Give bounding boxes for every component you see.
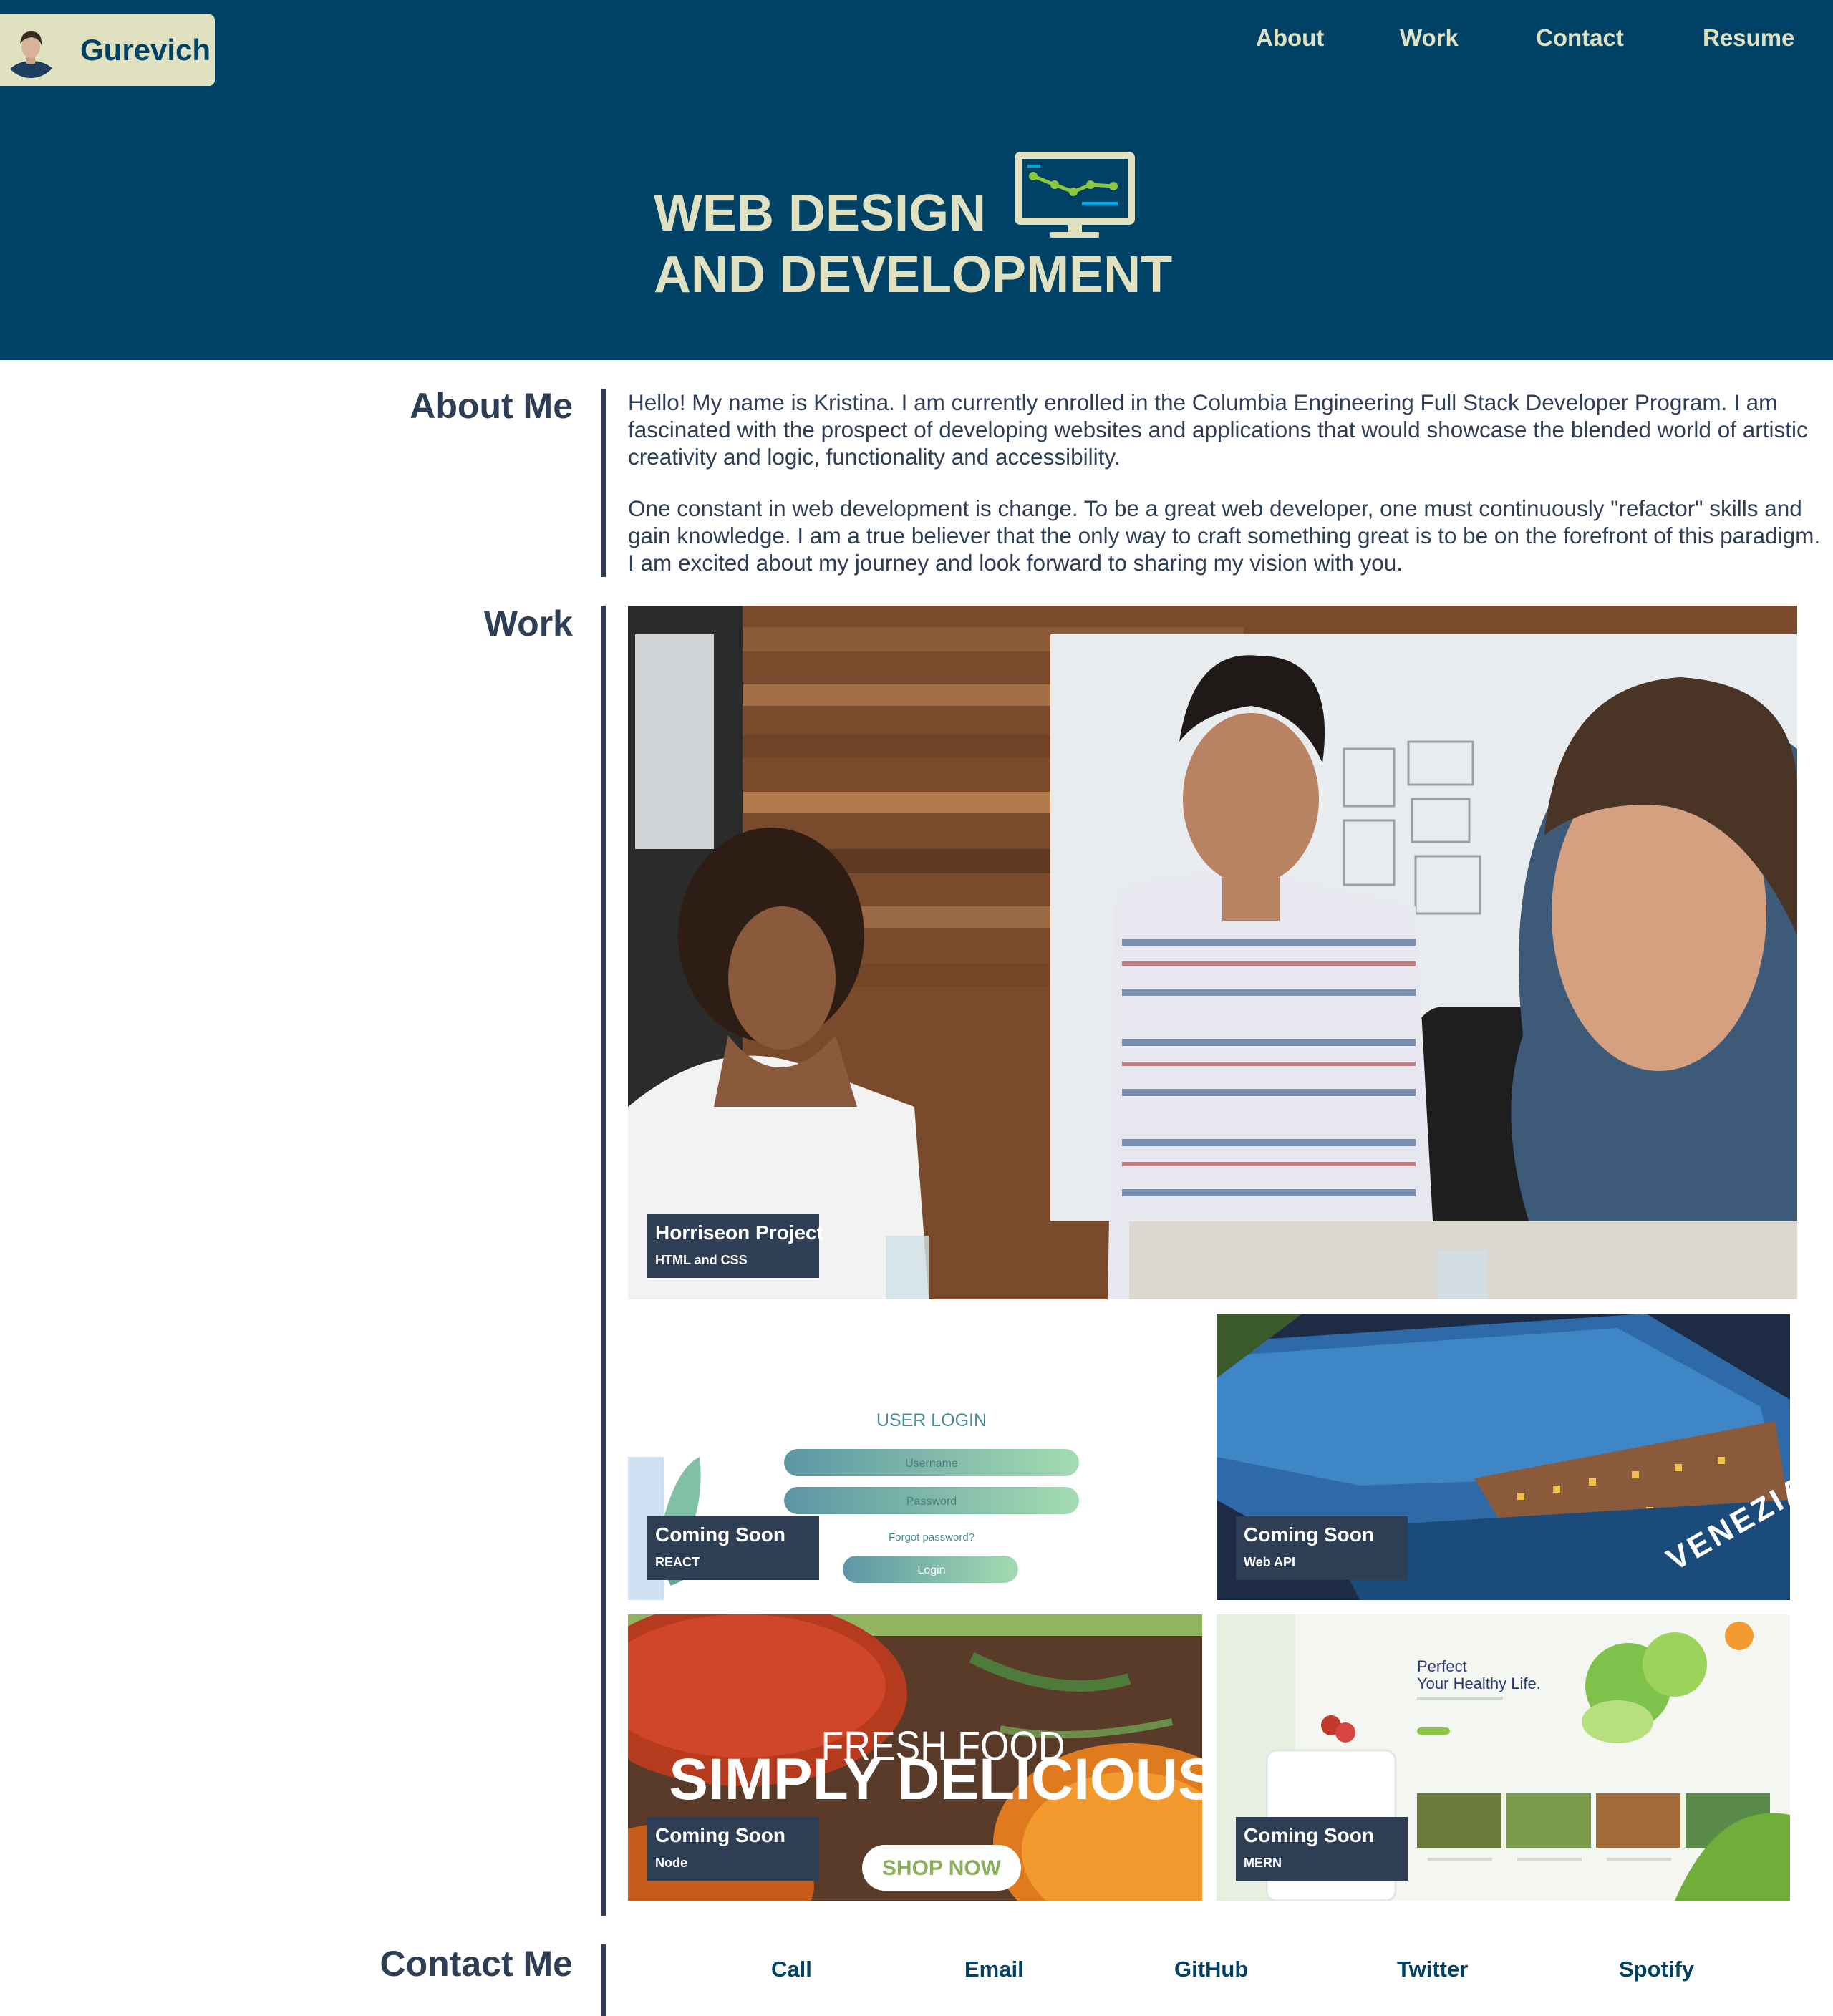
fresh-food-line2: SIMPLY DELICIOUS bbox=[669, 1747, 1202, 1812]
project-label: Coming Soon MERN bbox=[1236, 1817, 1408, 1881]
main-nav: About Work Contact Resume bbox=[1217, 24, 1833, 59]
project-tech: REACT bbox=[655, 1555, 700, 1569]
project-tech: HTML and CSS bbox=[655, 1253, 748, 1267]
contact-title: Contact Me bbox=[379, 1944, 573, 1984]
nav-work[interactable]: Work bbox=[1400, 24, 1459, 52]
contact-divider bbox=[601, 1944, 606, 2016]
contact-spotify-link[interactable]: Spotify bbox=[1619, 1957, 1694, 1982]
healthy-line1: Perfect bbox=[1417, 1657, 1467, 1675]
login-heading: USER LOGIN bbox=[876, 1410, 987, 1430]
logo[interactable]: Gurevich bbox=[0, 14, 215, 86]
about-title: About Me bbox=[410, 386, 573, 426]
contact-github-link[interactable]: GitHub bbox=[1174, 1957, 1248, 1982]
login-username: Username bbox=[905, 1458, 958, 1470]
project-label: Coming Soon REACT bbox=[647, 1516, 819, 1580]
about-text: Hello! My name is Kristina. I am current… bbox=[628, 389, 1828, 601]
hero-line-2: AND DEVELOPMENT bbox=[654, 246, 1173, 304]
project-title: Coming Soon bbox=[655, 1824, 785, 1846]
work-title: Work bbox=[483, 604, 573, 644]
nav-about[interactable]: About bbox=[1256, 24, 1324, 52]
login-password: Password bbox=[906, 1496, 957, 1508]
monitor-chart-icon bbox=[1015, 152, 1135, 238]
work-divider bbox=[601, 606, 606, 1916]
project-label: Coming Soon Node bbox=[647, 1817, 819, 1881]
avatar bbox=[3, 22, 59, 78]
project-tech: Web API bbox=[1244, 1555, 1296, 1569]
project-card-react[interactable]: USER LOGIN Username Password Forgot pass… bbox=[628, 1314, 1202, 1600]
about-divider bbox=[601, 389, 606, 577]
contact-twitter-link[interactable]: Twitter bbox=[1397, 1957, 1468, 1982]
login-forgot: Forgot password? bbox=[889, 1531, 974, 1544]
project-card-horriseon[interactable]: Horriseon Project HTML and CSS bbox=[628, 606, 1797, 1299]
about-paragraph-2: One constant in web development is chang… bbox=[628, 495, 1821, 576]
project-tech: Node bbox=[655, 1856, 687, 1870]
project-card-node[interactable]: FRESH FOOD SIMPLY DELICIOUS SHOP NOW Com… bbox=[628, 1614, 1202, 1901]
project-label: Horriseon Project HTML and CSS bbox=[647, 1214, 823, 1278]
about-paragraph-1: Hello! My name is Kristina. I am current… bbox=[628, 389, 1808, 470]
nav-resume[interactable]: Resume bbox=[1703, 24, 1794, 52]
site-header: Gurevich About Work Contact Resume WEB D… bbox=[0, 0, 1833, 360]
contact-email-link[interactable]: Email bbox=[964, 1957, 1024, 1982]
project-title: Coming Soon bbox=[1244, 1824, 1374, 1846]
project-image-office bbox=[628, 606, 1797, 1299]
nav-contact[interactable]: Contact bbox=[1536, 24, 1624, 52]
project-card-mern[interactable]: Perfect Your Healthy Life. Coming Soon M… bbox=[1217, 1614, 1790, 1901]
project-title: Horriseon Project bbox=[655, 1221, 823, 1244]
project-title: Coming Soon bbox=[655, 1523, 785, 1546]
project-tech: MERN bbox=[1244, 1856, 1282, 1870]
project-card-webapi[interactable]: VENEZIA Coming Soon Web API bbox=[1217, 1314, 1790, 1600]
healthy-line2: Your Healthy Life. bbox=[1417, 1675, 1541, 1692]
fresh-food-button: SHOP NOW bbox=[882, 1856, 1002, 1880]
contact-call-link[interactable]: Call bbox=[771, 1957, 812, 1982]
project-label: Coming Soon Web API bbox=[1236, 1516, 1408, 1580]
login-button: Login bbox=[917, 1564, 945, 1576]
project-title: Coming Soon bbox=[1244, 1523, 1374, 1546]
logo-name: Gurevich bbox=[80, 33, 211, 67]
